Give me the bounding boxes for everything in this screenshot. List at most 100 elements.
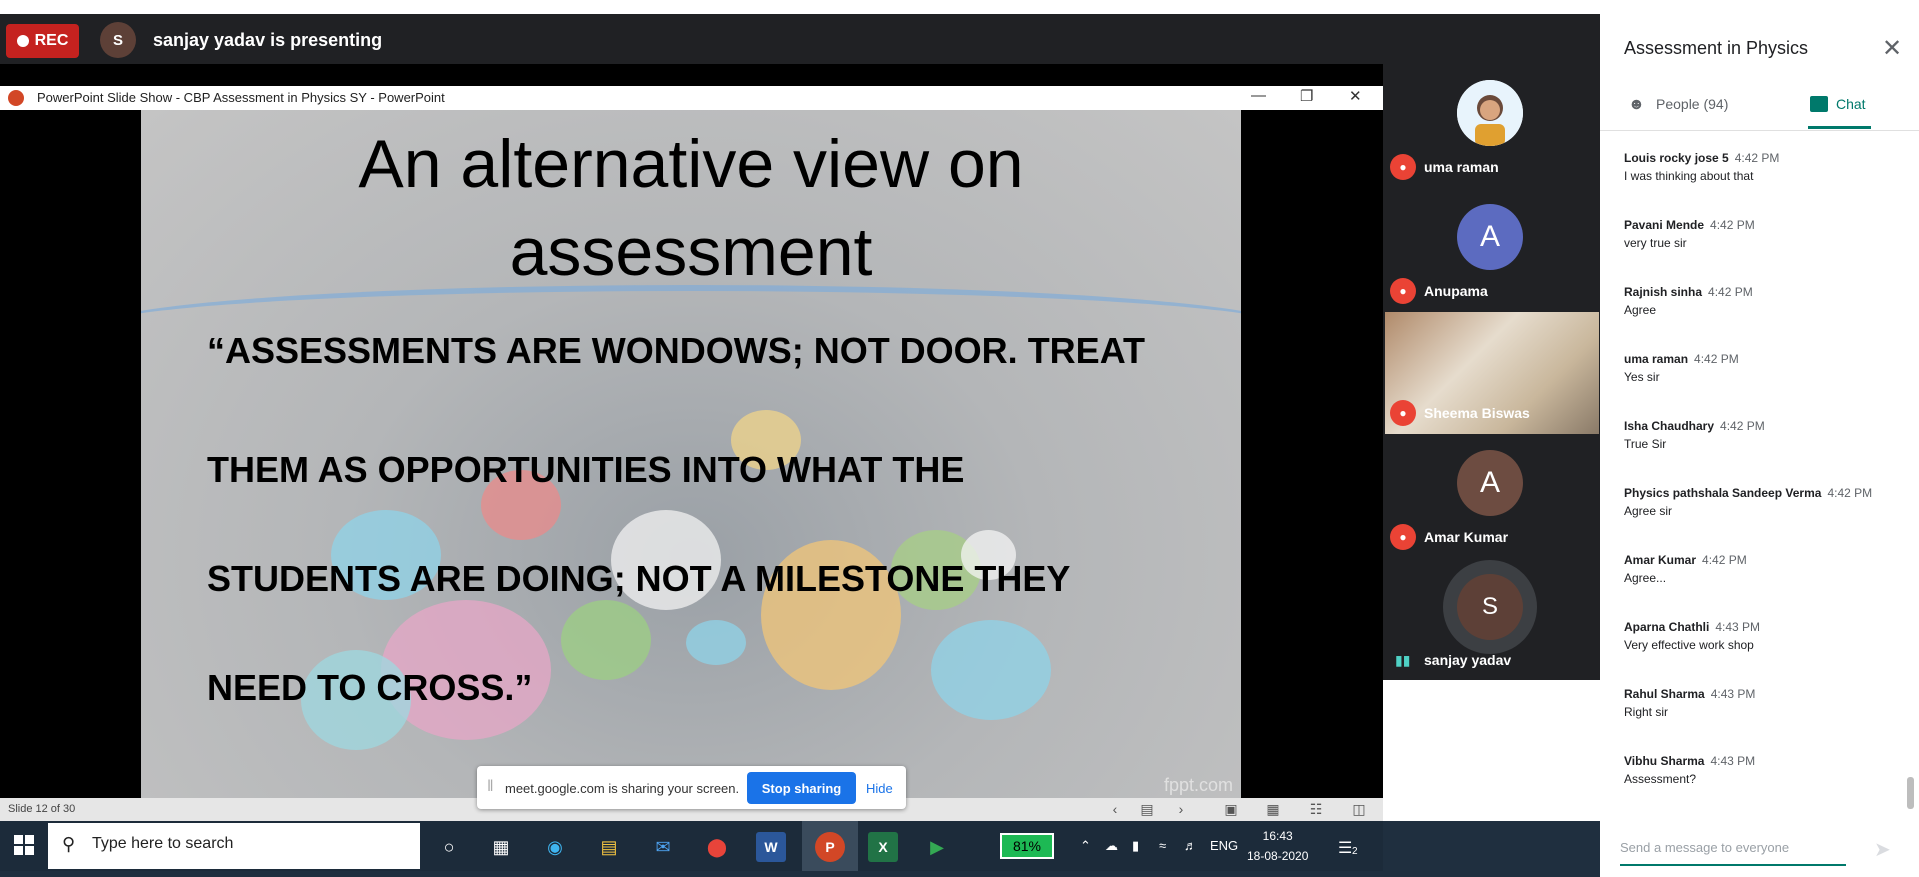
task-view-icon[interactable]: ▦ bbox=[486, 832, 516, 862]
muted-mic-icon: ● bbox=[1390, 154, 1416, 180]
chat-sender-name: Louis rocky jose 5 bbox=[1624, 151, 1729, 165]
slide-quote-line: NEED TO CROSS.” bbox=[207, 667, 533, 708]
chat-message: Vibhu Sharma 4:43 PM Assessment? bbox=[1624, 754, 1904, 821]
chat-message-list: Louis rocky jose 5 4:42 PM I was thinking … bbox=[1624, 151, 1904, 821]
participant-avatar bbox=[1457, 80, 1523, 146]
chat-timestamp: 4:42 PM bbox=[1710, 218, 1755, 232]
chat-icon[interactable] bbox=[1810, 96, 1828, 112]
edge-icon[interactable]: ◉ bbox=[540, 832, 570, 862]
muted-mic-icon: ● bbox=[1390, 400, 1416, 426]
send-icon[interactable]: ➤ bbox=[1874, 837, 1891, 862]
chat-timestamp: 4:42 PM bbox=[1694, 352, 1739, 366]
slide-counter: Slide 12 of 30 bbox=[8, 803, 76, 815]
chat-message: Aparna Chathli 4:43 PM Very effective work… bbox=[1624, 620, 1904, 687]
chat-message: Louis rocky jose 5 4:42 PM I was thinking … bbox=[1624, 151, 1904, 218]
slide-menu-icon[interactable]: ▤ bbox=[1136, 800, 1158, 818]
close-window-button[interactable]: ✕ bbox=[1349, 87, 1362, 105]
taskbar-search-placeholder[interactable]: Type here to search bbox=[92, 835, 233, 853]
search-icon: ⚲ bbox=[62, 834, 76, 854]
chat-sender-name: Physics pathshala Sandeep Verma bbox=[1624, 486, 1822, 500]
mail-icon[interactable]: ✉ bbox=[648, 832, 678, 862]
chat-scrollbar[interactable] bbox=[1907, 777, 1914, 809]
meeting-title: Assessment in Physics bbox=[1624, 38, 1809, 58]
chat-sender: Rahul Sharma 4:43 PM bbox=[1624, 687, 1904, 701]
chrome-icon[interactable]: ⬤ bbox=[702, 832, 732, 862]
chat-timestamp: 4:42 PM bbox=[1708, 285, 1753, 299]
participant-name: uma raman bbox=[1424, 159, 1499, 175]
chat-input[interactable]: Send a message to everyone bbox=[1620, 840, 1846, 866]
chat-timestamp: 4:42 PM bbox=[1734, 151, 1780, 165]
participant-avatar: A bbox=[1457, 450, 1523, 516]
chat-text: Yes sir bbox=[1624, 370, 1660, 384]
chat-timestamp: 4:42 PM bbox=[1827, 486, 1873, 500]
file-explorer-icon[interactable]: ▤ bbox=[594, 832, 624, 862]
slide-title: An alternative view on assessment bbox=[141, 120, 1241, 296]
chat-text: Agree bbox=[1624, 303, 1657, 317]
wifi-icon[interactable]: ≈ bbox=[1159, 838, 1166, 853]
chat-timestamp: 4:42 PM bbox=[1720, 419, 1765, 433]
decor-ball bbox=[686, 620, 746, 665]
chat-timestamp: 4:42 PM bbox=[1702, 553, 1747, 567]
chat-message: Rahul Sharma 4:43 PM Right sir bbox=[1624, 687, 1904, 754]
recording-badge: REC bbox=[6, 24, 79, 58]
slideshow-icon[interactable]: ◫ bbox=[1348, 800, 1370, 818]
drag-handle-icon[interactable]: ‖ bbox=[487, 778, 494, 796]
chat-message: Rajnish sinha 4:42 PM Agree bbox=[1624, 285, 1904, 352]
language-indicator[interactable]: ENG bbox=[1210, 838, 1238, 853]
participant-avatar: A bbox=[1457, 204, 1523, 270]
slide-title-line: assessment bbox=[509, 214, 873, 290]
tray-chevron-icon[interactable]: ⌃ bbox=[1080, 838, 1091, 854]
excel-icon[interactable]: X bbox=[868, 832, 898, 862]
slide-brand: fppt.com bbox=[1163, 775, 1233, 795]
notification-icon[interactable]: ☰ bbox=[1338, 838, 1352, 858]
chat-text: Very effective work shop bbox=[1624, 638, 1754, 652]
battery-icon[interactable]: ▮ bbox=[1132, 838, 1139, 854]
close-icon[interactable]: ✕ bbox=[1882, 34, 1902, 63]
slide-quote-line: THEM AS OPPORTUNITIES INTO WHAT THE bbox=[207, 449, 965, 490]
chat-text: Right sir bbox=[1624, 705, 1669, 719]
rec-label: REC bbox=[34, 32, 69, 49]
tab-chat[interactable]: Chat bbox=[1836, 96, 1866, 112]
slide-quote-line: “ASSESSMENTS ARE WONDOWS; NOT DOOR. TREA… bbox=[207, 330, 1146, 371]
participant-name: Sheema Biswas bbox=[1424, 405, 1530, 421]
participant-name: Anupama bbox=[1424, 283, 1488, 299]
chat-text: Assessment? bbox=[1624, 772, 1697, 786]
cortana-icon[interactable]: ○ bbox=[434, 832, 464, 862]
chat-sender-name: uma raman bbox=[1624, 352, 1689, 366]
word-icon[interactable]: W bbox=[756, 832, 786, 862]
normal-view-icon[interactable]: ▣ bbox=[1220, 800, 1242, 818]
slide-sorter-icon[interactable]: ▦ bbox=[1262, 800, 1284, 818]
minimize-button[interactable]: — bbox=[1251, 87, 1266, 104]
windows-start-icon[interactable] bbox=[14, 835, 34, 855]
chat-sender-name: Pavani Mende bbox=[1624, 218, 1705, 232]
tab-people[interactable]: People (94) bbox=[1656, 96, 1728, 112]
meet-icon[interactable]: ▶ bbox=[922, 832, 952, 862]
reading-view-icon[interactable]: ☷ bbox=[1305, 800, 1327, 818]
participant-avatar: S bbox=[1457, 574, 1523, 640]
previous-slide-button[interactable]: ‹ bbox=[1104, 800, 1126, 818]
people-icon[interactable]: ☻ bbox=[1628, 96, 1645, 114]
chat-message: Amar Kumar 4:42 PM Agree... bbox=[1624, 553, 1904, 620]
notification-count: 2 bbox=[1352, 846, 1358, 857]
presenter-status: sanjay yadav is presenting bbox=[153, 30, 383, 50]
chat-timestamp: 4:43 PM bbox=[1710, 687, 1756, 701]
chat-sender: uma raman 4:42 PM bbox=[1624, 352, 1904, 366]
next-slide-button[interactable]: › bbox=[1170, 800, 1192, 818]
restore-button[interactable]: ❐ bbox=[1300, 87, 1313, 105]
chat-sender: Aparna Chathli 4:43 PM bbox=[1624, 620, 1904, 634]
muted-mic-icon: ● bbox=[1390, 524, 1416, 550]
hide-banner-button[interactable]: Hide bbox=[866, 781, 893, 796]
chat-sender-name: Vibhu Sharma bbox=[1624, 754, 1705, 768]
volume-icon[interactable]: ♬ bbox=[1184, 838, 1197, 853]
powerpoint-taskbar-icon[interactable]: P bbox=[815, 832, 845, 862]
battery-indicator[interactable]: 81% bbox=[1000, 833, 1054, 859]
onedrive-icon[interactable]: ☁ bbox=[1105, 838, 1118, 854]
taskbar-clock[interactable]: 16:43 18-08-2020 bbox=[1247, 826, 1308, 866]
chat-sender-name: Rajnish sinha bbox=[1624, 285, 1703, 299]
chat-sender: Vibhu Sharma 4:43 PM bbox=[1624, 754, 1904, 768]
participant-name: sanjay yadav bbox=[1424, 652, 1512, 668]
decor-ball bbox=[931, 620, 1051, 720]
chat-message: uma raman 4:42 PM Yes sir bbox=[1624, 352, 1904, 419]
chat-message: Isha Chaudhary 4:42 PM True Sir bbox=[1624, 419, 1904, 486]
stop-sharing-button[interactable]: Stop sharing bbox=[747, 772, 856, 804]
